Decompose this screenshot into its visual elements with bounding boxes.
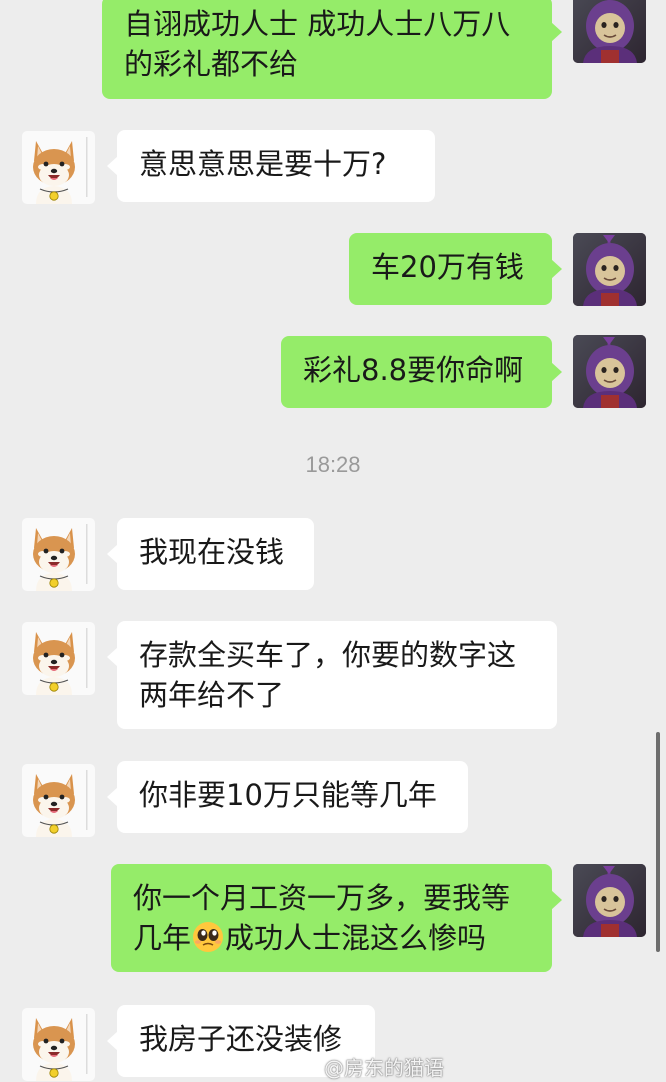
teletubby-avatar[interactable] [573,335,646,408]
shiba-inu-avatar[interactable] [22,622,95,695]
pleading-face-emoji [191,920,225,954]
scrollbar-thumb[interactable] [656,732,660,952]
message-text-line: 存款全买车了，你要的数字这 [139,638,517,672]
message-text-line: 两年给不了 [139,678,285,712]
message-text-segment: 成功人士混这么惨吗 [225,921,487,955]
message-text-line: 几年 成功人士混这么惨吗 [133,918,530,958]
message-text: 你非要10万只能等几年 [139,778,437,812]
message-text-line: 自诩成功人士 成功人士八万八 [124,7,511,41]
message-text-line: 你一个月工资一万多，要我等 [133,881,511,915]
teletubby-avatar[interactable] [573,0,646,63]
shiba-inu-avatar[interactable] [22,1008,95,1081]
weibo-icon [300,1058,320,1078]
message-bubble-incoming[interactable]: 存款全买车了，你要的数字这 两年给不了 [107,621,557,729]
message-bubble-incoming[interactable]: 意思意思是要十万? [107,130,435,202]
watermark: @房东的猫语 [300,1052,444,1081]
message-text: 彩礼8.8要你命啊 [303,353,524,387]
message-text: 意思意思是要十万? [139,147,387,181]
message-text-line: 的彩礼都不给 [124,47,299,81]
message-text-segment: 几年 [133,921,192,955]
shiba-inu-avatar[interactable] [22,131,95,204]
watermark-text: @房东的猫语 [324,1056,444,1080]
teletubby-avatar[interactable] [573,864,646,937]
message-bubble-outgoing[interactable]: 你一个月工资一万多，要我等 几年 成功人士混这么惨吗 [111,864,562,972]
message-bubble-outgoing[interactable]: 彩礼8.8要你命啊 [281,336,562,408]
shiba-inu-avatar[interactable] [22,764,95,837]
message-text: 我现在没钱 [139,535,285,569]
teletubby-avatar[interactable] [573,233,646,306]
message-bubble-incoming[interactable]: 你非要10万只能等几年 [107,761,468,833]
message-bubble-outgoing[interactable]: 车20万有钱 [349,233,562,305]
message-text: 车20万有钱 [371,250,524,284]
message-bubble-incoming[interactable]: 我现在没钱 [107,518,314,590]
shiba-inu-avatar[interactable] [22,518,95,591]
chat-timestamp: 18:28 [305,452,361,477]
message-bubble-outgoing[interactable]: 自诩成功人士 成功人士八万八 的彩礼都不给 [102,0,562,99]
